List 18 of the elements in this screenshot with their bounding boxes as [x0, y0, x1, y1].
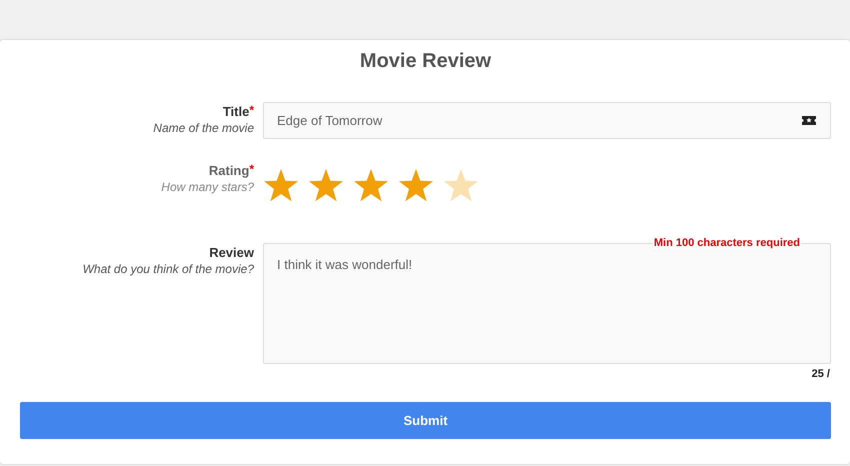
text-field[interactable]: Edge of Tomorrow: [263, 102, 831, 139]
ticket-icon: [802, 115, 816, 126]
field-hint: What do you think of the movie?: [82, 261, 254, 278]
field-hint: Name of the movie: [153, 120, 254, 137]
star-icon[interactable]: [443, 168, 479, 203]
field-hint: How many stars?: [161, 179, 254, 196]
star-rating[interactable]: [263, 168, 479, 203]
form-title: Movie Review: [360, 50, 492, 72]
error-message: Min 100 characters required: [652, 237, 801, 249]
field-label: Rating*: [208, 163, 254, 179]
star-icon[interactable]: [263, 168, 299, 203]
star-icon[interactable]: [353, 168, 389, 203]
submit-button[interactable]: Submit: [20, 402, 831, 439]
field-label: Title*: [222, 104, 254, 120]
character-counter: 25 /: [810, 368, 831, 380]
star-icon[interactable]: [308, 168, 344, 203]
field-label: Review: [209, 245, 254, 261]
star-icon[interactable]: [398, 168, 434, 203]
